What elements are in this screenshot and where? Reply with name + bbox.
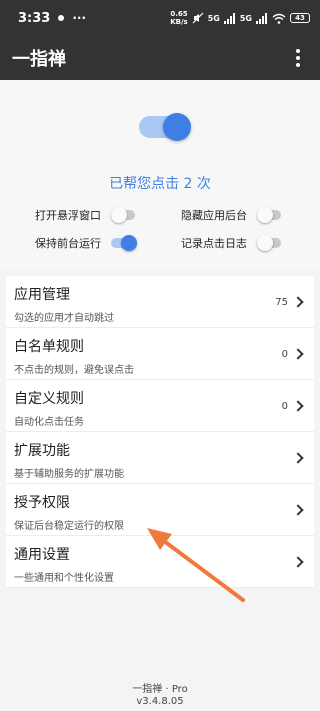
menu-item-subtitle: 保证后台稳定运行的权限 — [14, 521, 124, 532]
click-count-text: 已帮您点击 2 次 — [109, 176, 211, 192]
menu-item-subtitle: 自动化点击任务 — [14, 417, 84, 428]
footer-version: v3.4.8.05 — [136, 696, 184, 707]
main-toggle-thumb — [163, 113, 191, 141]
chevron-right-icon — [292, 348, 304, 360]
menu-item-grant-permissions[interactable]: 授予权限 保证后台稳定运行的权限 — [6, 484, 314, 536]
status-bar: 3:33 ··· 0.65 KB/s 5G 5G 43 — [0, 0, 320, 36]
status-time: 3:33 — [18, 10, 51, 26]
option-label: 记录点击日志 — [181, 237, 247, 250]
option-label: 打开悬浮窗口 — [35, 209, 101, 222]
record-log-toggle[interactable] — [257, 235, 283, 251]
menu-item-title: 授予权限 — [14, 495, 70, 511]
menu-item-general-settings[interactable]: 通用设置 一些通用和个性化设置 — [6, 536, 314, 588]
net-speed-unit: KB/s — [170, 18, 188, 26]
menu-item-subtitle: 一些通用和个性化设置 — [14, 573, 114, 584]
chevron-right-icon — [292, 556, 304, 568]
menu-item-custom-rules[interactable]: 自定义规则 自动化点击任务 0 — [6, 380, 314, 432]
option-floating-window: 打开悬浮窗口 — [35, 207, 137, 223]
battery-icon: 43 — [290, 13, 310, 23]
menu-item-count: 0 — [281, 348, 288, 360]
notification-icon — [58, 15, 65, 21]
battery-level: 43 — [295, 14, 305, 22]
wifi-icon — [272, 13, 286, 24]
footer-app-name: 一指禅 · Pro — [132, 684, 188, 695]
option-record-log: 记录点击日志 — [181, 235, 283, 251]
more-options-icon[interactable] — [288, 46, 308, 70]
menu-item-title: 应用管理 — [14, 287, 70, 303]
menu-item-count: 0 — [281, 400, 288, 412]
menu-item-app-management[interactable]: 应用管理 勾选的应用才自动跳过 75 — [6, 276, 314, 328]
hide-background-toggle[interactable] — [257, 207, 283, 223]
menu-item-subtitle: 勾选的应用才自动跳过 — [14, 313, 114, 324]
net-speed-value: 0.65 — [170, 10, 188, 18]
menu-item-title: 自定义规则 — [14, 391, 84, 407]
signal-label-1: 5G — [207, 13, 220, 23]
app-version-footer: 一指禅 · Pro v3.4.8.05 — [0, 684, 320, 708]
hero-panel: 已帮您点击 2 次 打开悬浮窗口 隐藏应用后台 保持前台运行 记录点击日志 — [0, 80, 320, 270]
settings-menu: 应用管理 勾选的应用才自动跳过 75 白名单规则 不点击的规则，避免误点击 0 … — [6, 276, 314, 588]
chevron-right-icon — [292, 296, 304, 308]
app-bar: 一指禅 — [0, 36, 320, 80]
main-service-toggle[interactable] — [139, 113, 191, 141]
net-speed: 0.65 KB/s — [170, 10, 187, 26]
option-hide-background: 隐藏应用后台 — [181, 207, 283, 223]
menu-item-subtitle: 不点击的规则，避免误点击 — [14, 365, 134, 376]
menu-item-title: 白名单规则 — [14, 339, 84, 355]
chevron-right-icon — [292, 400, 304, 412]
menu-item-title: 通用设置 — [14, 547, 70, 563]
chevron-right-icon — [292, 452, 304, 464]
chevron-right-icon — [292, 504, 304, 516]
signal-icon-2 — [256, 12, 267, 24]
menu-item-extensions[interactable]: 扩展功能 基于辅助服务的扩展功能 — [6, 432, 314, 484]
option-label: 隐藏应用后台 — [181, 209, 247, 222]
menu-item-whitelist-rules[interactable]: 白名单规则 不点击的规则，避免误点击 0 — [6, 328, 314, 380]
signal-label-2: 5G — [239, 13, 252, 23]
keep-foreground-toggle[interactable] — [111, 235, 137, 251]
mute-icon — [192, 12, 204, 24]
more-notifications-icon: ··· — [72, 11, 87, 25]
signal-icon-1 — [223, 12, 235, 24]
app-title: 一指禅 — [12, 49, 66, 70]
floating-window-toggle[interactable] — [111, 207, 137, 223]
menu-item-title: 扩展功能 — [14, 443, 70, 459]
menu-item-subtitle: 基于辅助服务的扩展功能 — [14, 469, 124, 480]
option-keep-foreground: 保持前台运行 — [35, 235, 137, 251]
menu-item-count: 75 — [275, 296, 288, 308]
option-label: 保持前台运行 — [35, 237, 101, 250]
